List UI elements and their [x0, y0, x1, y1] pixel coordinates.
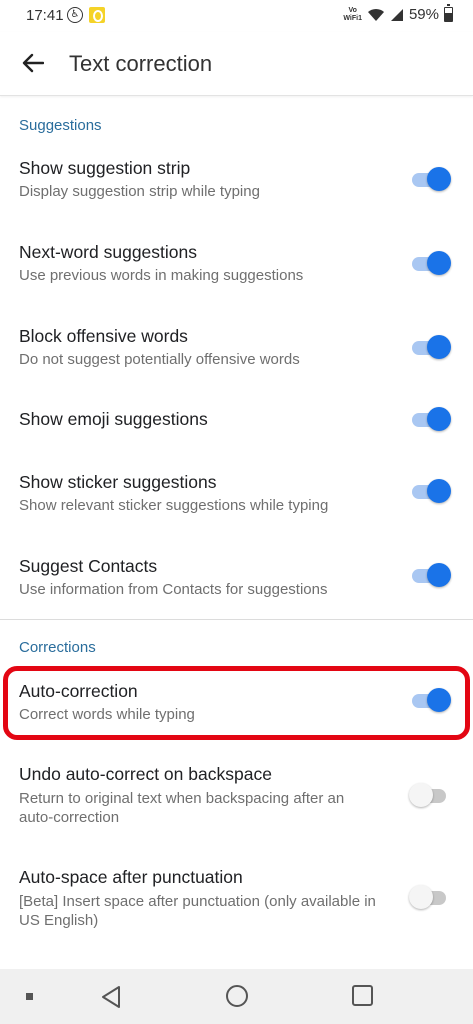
- toggle-switch[interactable]: [408, 406, 452, 432]
- switch-thumb: [427, 335, 451, 359]
- recents-square-icon[interactable]: [352, 985, 373, 1006]
- pref-title: Show suggestion strip: [19, 158, 191, 178]
- pref-summary: [Beta] Insert space after punctuation (o…: [19, 893, 376, 929]
- pref-title: Auto-space after punctuation: [19, 867, 243, 887]
- battery-fill: [445, 13, 452, 21]
- vowifi-label: Vo WiFi1: [343, 7, 362, 23]
- toggle-switch[interactable]: [408, 562, 452, 588]
- signal-icon: [390, 8, 403, 21]
- status-bar: 17:41 ♿ Vo WiFi1 59%: [0, 0, 473, 32]
- pref-title: Show emoji suggestions: [19, 409, 208, 429]
- highlight-annotation: [3, 666, 470, 740]
- menu-dot-icon[interactable]: [26, 993, 33, 1000]
- pref-title: Undo auto-correct on backspace: [19, 764, 272, 784]
- switch-thumb: [409, 783, 433, 807]
- pref-auto-space-after-punctuation[interactable]: Auto-space after punctuation [Beta] Inse…: [0, 855, 473, 951]
- pref-summary: Display suggestion strip while typing: [19, 183, 260, 200]
- pref-title: Block offensive words: [19, 326, 188, 346]
- app-bar: Text correction: [0, 32, 473, 96]
- pref-next-word-suggestions[interactable]: Next-word suggestions Use previous words…: [0, 230, 473, 306]
- status-icons-left: ♿: [67, 7, 105, 23]
- section-header-suggestions: Suggestions: [19, 117, 102, 134]
- switch-thumb: [409, 885, 433, 909]
- toggle-switch[interactable]: [408, 782, 452, 808]
- status-icons-right: Vo WiFi1 59%: [343, 4, 453, 23]
- navigation-bar: [0, 969, 473, 1024]
- toggle-switch[interactable]: [408, 478, 452, 504]
- pref-show-emoji-suggestions[interactable]: Show emoji suggestions: [0, 398, 473, 442]
- pref-title: Suggest Contacts: [19, 556, 158, 576]
- pref-undo-auto-correct-on-backspace[interactable]: Undo auto-correct on backspace Return to…: [0, 752, 473, 848]
- switch-thumb: [427, 407, 451, 431]
- pref-summary: Do not suggest potentially offensive wor…: [19, 351, 300, 368]
- vowifi-line2: WiFi1: [343, 14, 362, 22]
- toggle-switch[interactable]: [408, 250, 452, 276]
- wifi-icon: [367, 8, 384, 21]
- battery-icon: [444, 4, 453, 22]
- vowifi-line1: Vo: [348, 6, 357, 14]
- section-header-corrections: Corrections: [19, 639, 96, 656]
- battery-percent: 59%: [408, 6, 439, 23]
- pref-show-sticker-suggestions[interactable]: Show sticker suggestions Show relevant s…: [0, 460, 473, 536]
- back-triangle-icon[interactable]: [100, 985, 122, 1009]
- notification-icon: [89, 7, 105, 23]
- back-button[interactable]: [12, 42, 54, 84]
- home-circle-icon[interactable]: [226, 985, 248, 1007]
- pref-block-offensive-words[interactable]: Block offensive words Do not suggest pot…: [0, 314, 473, 390]
- switch-thumb: [427, 479, 451, 503]
- toggle-switch[interactable]: [408, 166, 452, 192]
- accessibility-icon: ♿: [67, 7, 83, 23]
- switch-thumb: [427, 167, 451, 191]
- section-divider: [0, 619, 473, 620]
- switch-thumb: [427, 563, 451, 587]
- arrow-left-icon: [22, 53, 44, 73]
- pref-suggest-contacts[interactable]: Suggest Contacts Use information from Co…: [0, 544, 473, 620]
- pref-title: Next-word suggestions: [19, 242, 197, 262]
- status-time: 17:41: [26, 7, 64, 24]
- pref-summary: Use previous words in making suggestions: [19, 267, 304, 284]
- pref-summary: Show relevant sticker suggestions while …: [19, 497, 329, 514]
- pref-summary: Use information from Contacts for sugges…: [19, 581, 328, 598]
- pref-summary: Return to original text when backspacing…: [19, 790, 345, 826]
- toggle-switch[interactable]: [408, 334, 452, 360]
- switch-thumb: [427, 251, 451, 275]
- pref-show-suggestion-strip[interactable]: Show suggestion strip Display suggestion…: [0, 146, 473, 222]
- page-title: Text correction: [69, 51, 213, 76]
- pref-title: Show sticker suggestions: [19, 472, 217, 492]
- toggle-switch[interactable]: [408, 884, 452, 910]
